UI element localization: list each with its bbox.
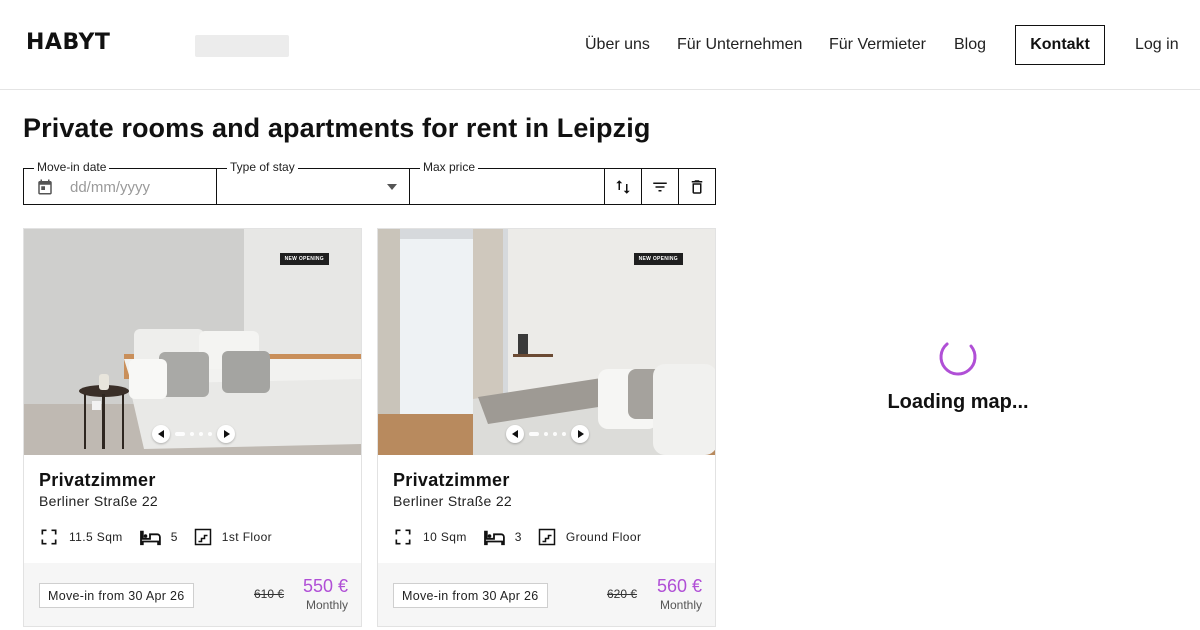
carousel-dot[interactable] [562, 432, 566, 436]
listing-price-footer: Move-in from 30 Apr 26 620 € 560 € Month… [378, 563, 715, 626]
move-in-date-field[interactable]: Move-in date dd/mm/yyyy [23, 160, 217, 205]
filter-button[interactable] [641, 168, 679, 205]
move-in-date-placeholder: dd/mm/yyyy [70, 179, 151, 196]
listing-price-footer: Move-in from 30 Apr 26 610 € 550 € Month… [24, 563, 361, 626]
old-price: 610 € [254, 587, 285, 601]
carousel-dot[interactable] [544, 432, 548, 436]
move-in-badge: Move-in from 30 Apr 26 [393, 583, 548, 608]
max-price-label: Max price [420, 160, 479, 174]
page-title: Private rooms and apartments for rent in… [23, 113, 651, 143]
nav-link-label[interactable]: Über uns [585, 36, 650, 54]
map-loading-text: Loading map... [887, 391, 1029, 413]
spec-size: 11.5 Sqm [39, 527, 123, 547]
listing-specs: 11.5 Sqm 5 1st Floor [39, 527, 288, 547]
nav-link-about[interactable]: Über uns [585, 0, 650, 90]
spec-floor-value: 1st Floor [221, 530, 273, 544]
listing-card[interactable]: NEW OPENING Privatzimmer Berliner Straße… [23, 228, 362, 627]
site-header: HABYT Über uns Für Unternehmen Für Vermi… [0, 0, 1200, 90]
type-of-stay-select[interactable]: Type of stay [216, 160, 410, 205]
carousel-next-button[interactable] [571, 425, 589, 443]
nav-link-label[interactable]: Für Unternehmen [677, 36, 802, 54]
spec-beds-value: 5 [170, 530, 178, 544]
spec-size-value: 10 Sqm [423, 530, 467, 544]
move-in-date-label: Move-in date [34, 160, 110, 174]
carousel-next-button[interactable] [217, 425, 235, 443]
carousel-dot[interactable] [175, 432, 185, 436]
listing-title[interactable]: Privatzimmer [39, 470, 156, 491]
price-period: Monthly [659, 598, 702, 612]
arrow-left-icon [157, 430, 164, 438]
stairs-icon [538, 528, 556, 546]
size-icon [395, 529, 411, 545]
nav-link-label[interactable]: Blog [954, 36, 986, 54]
filter-icon [653, 182, 667, 191]
stairs-icon [194, 528, 212, 546]
trash-icon [691, 179, 703, 194]
listing-card[interactable]: NEW OPENING Privatzimmer Berliner Straße… [377, 228, 716, 627]
contact-button[interactable]: Kontakt [1015, 25, 1105, 65]
spec-floor: 1st Floor [194, 528, 272, 546]
move-in-badge: Move-in from 30 Apr 26 [39, 583, 194, 608]
spec-beds-value: 3 [514, 530, 522, 544]
spec-beds: 5 [139, 528, 178, 546]
logo-placeholder [195, 35, 289, 57]
new-opening-badge: NEW OPENING [279, 253, 329, 265]
carousel-dot[interactable] [553, 432, 557, 436]
loading-spinner-icon [939, 338, 977, 376]
listing-photo[interactable]: NEW OPENING [378, 229, 715, 455]
bed-icon [483, 530, 505, 546]
habyt-logo[interactable]: HABYT [26, 30, 110, 55]
listing-address: Berliner Straße 22 [393, 493, 513, 509]
carousel-prev-button[interactable] [152, 425, 170, 443]
arrow-left-icon [511, 430, 518, 438]
nav-link-landlords[interactable]: Für Vermieter [829, 0, 926, 90]
spec-floor-value: Ground Floor [565, 530, 642, 544]
carousel-dot[interactable] [190, 432, 194, 436]
spec-floor: Ground Floor [538, 528, 642, 546]
current-price: 550 € [302, 576, 348, 596]
carousel-dot[interactable] [199, 432, 203, 436]
carousel-dot[interactable] [208, 432, 212, 436]
old-price: 620 € [607, 587, 638, 601]
nav-link-business[interactable]: Für Unternehmen [677, 0, 802, 90]
spec-size-value: 11.5 Sqm [69, 530, 123, 544]
listing-address: Berliner Straße 22 [39, 493, 159, 509]
clear-filters-button[interactable] [678, 168, 716, 205]
type-of-stay-label: Type of stay [227, 160, 298, 174]
photo-carousel-controls [378, 425, 715, 443]
carousel-dot[interactable] [529, 432, 539, 436]
listing-title[interactable]: Privatzimmer [393, 470, 510, 491]
calendar-icon[interactable] [36, 178, 54, 196]
new-opening-badge: NEW OPENING [633, 253, 683, 265]
arrow-right-icon [577, 430, 584, 438]
chevron-down-icon [387, 184, 397, 190]
carousel-prev-button[interactable] [506, 425, 524, 443]
max-price-field[interactable]: Max price [409, 160, 605, 205]
price-period: Monthly [305, 598, 348, 612]
spec-beds: 3 [483, 528, 522, 546]
sort-button[interactable] [604, 168, 642, 205]
nav-link-label[interactable]: Für Vermieter [829, 36, 926, 54]
bed-icon [139, 530, 161, 546]
spec-size: 10 Sqm [393, 527, 467, 547]
login-link[interactable]: Log in [1135, 0, 1179, 90]
sort-icon [616, 179, 630, 194]
size-icon [41, 529, 57, 545]
arrow-right-icon [223, 430, 230, 438]
photo-carousel-controls [24, 425, 361, 443]
listing-photo[interactable]: NEW OPENING [24, 229, 361, 455]
nav-link-blog[interactable]: Blog [954, 0, 986, 90]
current-price: 560 € [656, 576, 702, 596]
listing-specs: 10 Sqm 3 Ground Floor [393, 527, 657, 547]
